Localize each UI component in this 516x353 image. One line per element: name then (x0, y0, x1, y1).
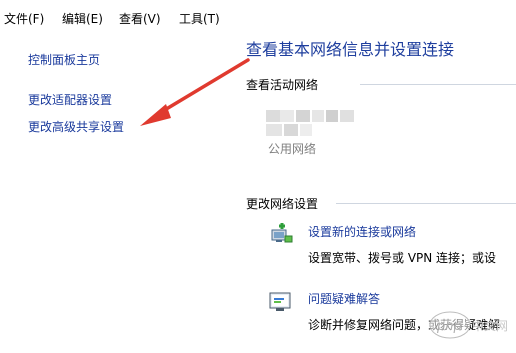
menu-tools[interactable]: 工具(T) (179, 10, 220, 27)
svg-text:php: php (436, 319, 462, 334)
network-type-label: 公用网络 (268, 142, 317, 156)
nav-link-change-adapter-settings[interactable]: 更改适配器设置 (28, 91, 112, 108)
nav-link-change-advanced-sharing[interactable]: 更改高级共享设置 (28, 118, 124, 135)
menu-bar: 文件(F) 编辑(E) 查看(V) 工具(T) (0, 0, 516, 30)
menu-view[interactable]: 查看(V) (119, 10, 161, 27)
control-panel-window: 文件(F) 编辑(E) 查看(V) 工具(T) 控制面板主页 更改适配器设置 更… (0, 0, 516, 353)
network-name-redacted (266, 110, 356, 140)
watermark-logo: php 中文网 (428, 305, 512, 345)
menu-file[interactable]: 文件(F) (4, 10, 44, 27)
setup-new-connection-description: 设置宽带、拨号或 VPN 连接；或设 (308, 251, 497, 265)
page-title: 查看基本网络信息并设置连接 (246, 40, 455, 59)
change-settings-heading: 更改网络设置 (246, 197, 319, 211)
active-networks-heading: 查看活动网络 (246, 78, 319, 92)
troubleshoot-link[interactable]: 问题疑难解答 (308, 290, 380, 307)
section-divider (336, 203, 516, 204)
menu-edit[interactable]: 编辑(E) (62, 10, 103, 27)
section-divider (360, 84, 516, 85)
troubleshoot-icon (268, 290, 294, 316)
svg-text:中文网: 中文网 (472, 318, 508, 333)
nav-link-control-panel-home[interactable]: 控制面板主页 (28, 51, 100, 68)
network-setup-icon (268, 220, 294, 246)
setup-new-connection-link[interactable]: 设置新的连接或网络 (308, 223, 416, 240)
